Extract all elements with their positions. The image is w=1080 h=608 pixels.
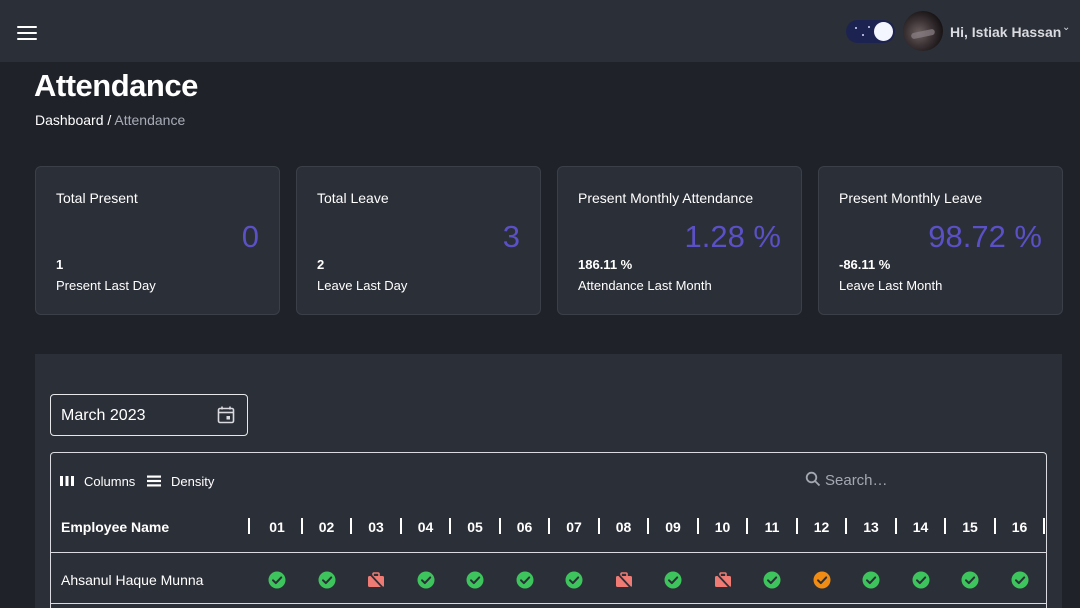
stat-sub-value: 1 <box>56 257 64 272</box>
leave-icon <box>615 572 632 589</box>
stat-sub-label: Leave Last Month <box>839 278 943 293</box>
breadcrumb: Dashboard / Attendance <box>35 112 185 128</box>
column-separator[interactable] <box>449 518 451 534</box>
breadcrumb-separator: / <box>107 112 112 128</box>
chevron-down-icon[interactable]: ⌄ <box>1062 22 1070 33</box>
user-greeting[interactable]: Hi, Istiak Hassan <box>950 24 1061 40</box>
late-check-icon <box>813 571 830 589</box>
stat-sub-value: 2 <box>317 257 325 272</box>
column-header-day-14[interactable]: 14 <box>906 519 936 535</box>
stat-card-total-present: Total Present 0 1 Present Last Day <box>35 166 280 315</box>
column-separator[interactable] <box>350 518 352 534</box>
breadcrumb-current: Attendance <box>114 112 186 128</box>
column-separator[interactable] <box>400 518 402 534</box>
column-separator[interactable] <box>598 518 600 534</box>
present-check-icon <box>862 571 880 589</box>
present-check-icon <box>417 571 434 589</box>
column-header-day-09[interactable]: 09 <box>658 519 688 535</box>
present-check-icon <box>516 571 533 589</box>
stat-sub-label: Present Last Day <box>56 278 156 293</box>
column-separator[interactable] <box>248 518 250 534</box>
calendar-icon[interactable] <box>216 405 236 425</box>
table-header-row: Employee Name 01 02 03 04 05 06 07 08 09 10 11 12 13… <box>51 509 1046 553</box>
stat-sub-label: Leave Last Day <box>317 278 408 293</box>
column-separator[interactable] <box>548 518 550 534</box>
present-check-icon <box>664 571 682 589</box>
column-header-day-16[interactable]: 16 <box>1005 519 1035 535</box>
stat-value: 0 <box>241 219 259 254</box>
density-label: Density <box>171 473 215 489</box>
column-separator[interactable] <box>647 518 649 534</box>
top-bar: Hi, Istiak Hassan ⌄ <box>0 0 1080 62</box>
stat-title: Present Monthly Attendance <box>578 190 754 206</box>
present-check-icon <box>565 571 583 589</box>
stat-sub-label: Attendance Last Month <box>578 278 712 293</box>
column-header-day-08[interactable]: 08 <box>609 519 639 535</box>
breadcrumb-dashboard[interactable]: Dashboard <box>35 112 104 128</box>
stat-card-monthly-attendance: Present Monthly Attendance 1.28 % 186.11… <box>557 166 802 315</box>
column-separator[interactable] <box>994 518 996 534</box>
column-separator[interactable] <box>796 518 798 534</box>
columns-icon <box>60 476 74 486</box>
column-separator[interactable] <box>499 518 501 534</box>
employee-name: Ahsanul Haque Munna <box>61 572 204 588</box>
columns-label: Columns <box>84 473 136 489</box>
column-header-day-12[interactable]: 12 <box>807 519 837 535</box>
column-header-day-05[interactable]: 05 <box>460 519 490 535</box>
present-check-icon <box>268 571 286 589</box>
stat-sub-value: 186.11 % <box>578 257 633 272</box>
column-header-day-13[interactable]: 13 <box>856 519 886 535</box>
present-check-icon <box>763 571 781 589</box>
menu-icon[interactable] <box>17 26 37 40</box>
column-header-day-03[interactable]: 03 <box>361 519 391 535</box>
month-picker-value: March 2023 <box>61 407 146 424</box>
density-button[interactable]: Density <box>147 473 214 489</box>
leave-icon <box>714 572 731 589</box>
present-check-icon <box>961 571 979 589</box>
columns-button[interactable]: Columns <box>60 473 135 489</box>
stat-card-monthly-leave: Present Monthly Leave 98.72 % -86.11 % L… <box>818 166 1063 315</box>
search-icon <box>805 471 821 487</box>
column-separator[interactable] <box>845 518 847 534</box>
column-separator[interactable] <box>301 518 303 534</box>
stat-title: Present Monthly Leave <box>839 190 983 206</box>
theme-toggle[interactable] <box>846 20 895 43</box>
page-title: Attendance <box>34 68 198 103</box>
stat-card-total-leave: Total Leave 3 2 Leave Last Day <box>296 166 541 315</box>
column-header-day-04[interactable]: 04 <box>411 519 441 535</box>
search-input[interactable] <box>825 467 1035 493</box>
month-picker[interactable]: March 2023 <box>50 394 248 436</box>
column-separator[interactable] <box>1043 518 1045 534</box>
column-separator[interactable] <box>944 518 946 534</box>
column-header-employee-name[interactable]: Employee Name <box>61 519 169 535</box>
column-header-day-07[interactable]: 07 <box>559 519 589 535</box>
moon-icon <box>874 22 893 41</box>
leave-icon <box>368 572 384 589</box>
stat-title: Total Leave <box>317 190 389 206</box>
column-header-day-11[interactable]: 11 <box>757 519 787 535</box>
present-check-icon <box>318 571 335 589</box>
stat-value: 3 <box>502 219 520 254</box>
present-check-icon <box>1011 571 1028 589</box>
stat-value: 1.28 % <box>684 219 781 254</box>
column-header-day-15[interactable]: 15 <box>955 519 985 535</box>
column-separator[interactable] <box>895 518 897 534</box>
column-header-day-10[interactable]: 10 <box>708 519 738 535</box>
column-header-day-02[interactable]: 02 <box>312 519 342 535</box>
stat-title: Total Present <box>56 190 138 206</box>
attendance-grid: Columns Density Employee Name 01 02 03 04 05… <box>50 452 1047 608</box>
column-header-day-06[interactable]: 06 <box>510 519 540 535</box>
present-check-icon <box>912 571 929 589</box>
search-field[interactable] <box>803 467 1043 493</box>
present-check-icon <box>466 571 484 589</box>
column-separator[interactable] <box>697 518 699 534</box>
column-separator[interactable] <box>746 518 748 534</box>
density-icon <box>147 475 161 487</box>
column-header-day-01[interactable]: 01 <box>262 519 292 535</box>
stat-value: 98.72 % <box>928 219 1042 254</box>
table-row[interactable]: Ahsanul Haque Munna <box>51 554 1046 604</box>
stat-sub-value: -86.11 % <box>839 257 891 272</box>
avatar[interactable] <box>903 11 943 51</box>
